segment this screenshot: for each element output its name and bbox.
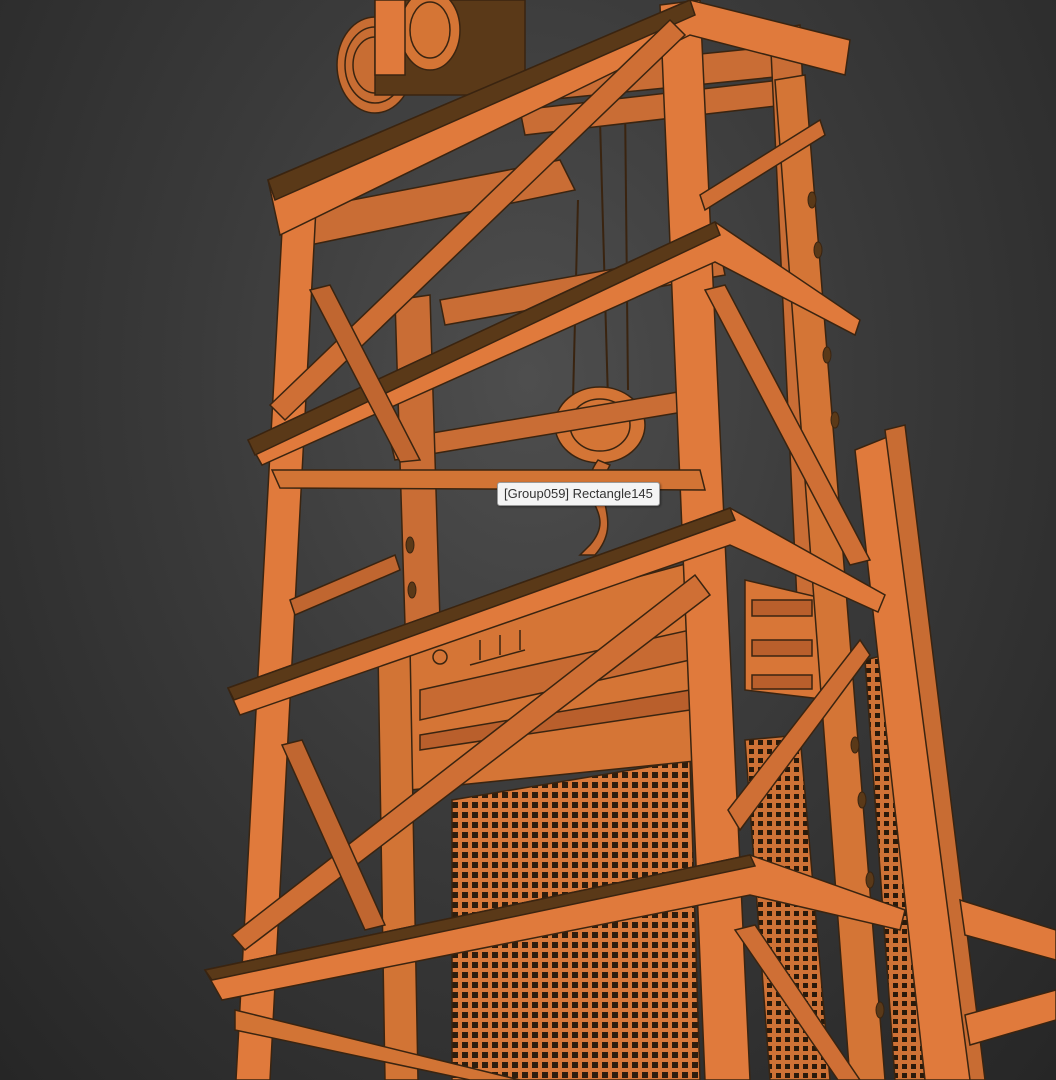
object-hover-tooltip: [Group059] Rectangle145 (497, 482, 660, 506)
tower-scene[interactable] (0, 0, 1056, 1080)
3d-viewport[interactable]: [Group059] Rectangle145 (0, 0, 1056, 1080)
